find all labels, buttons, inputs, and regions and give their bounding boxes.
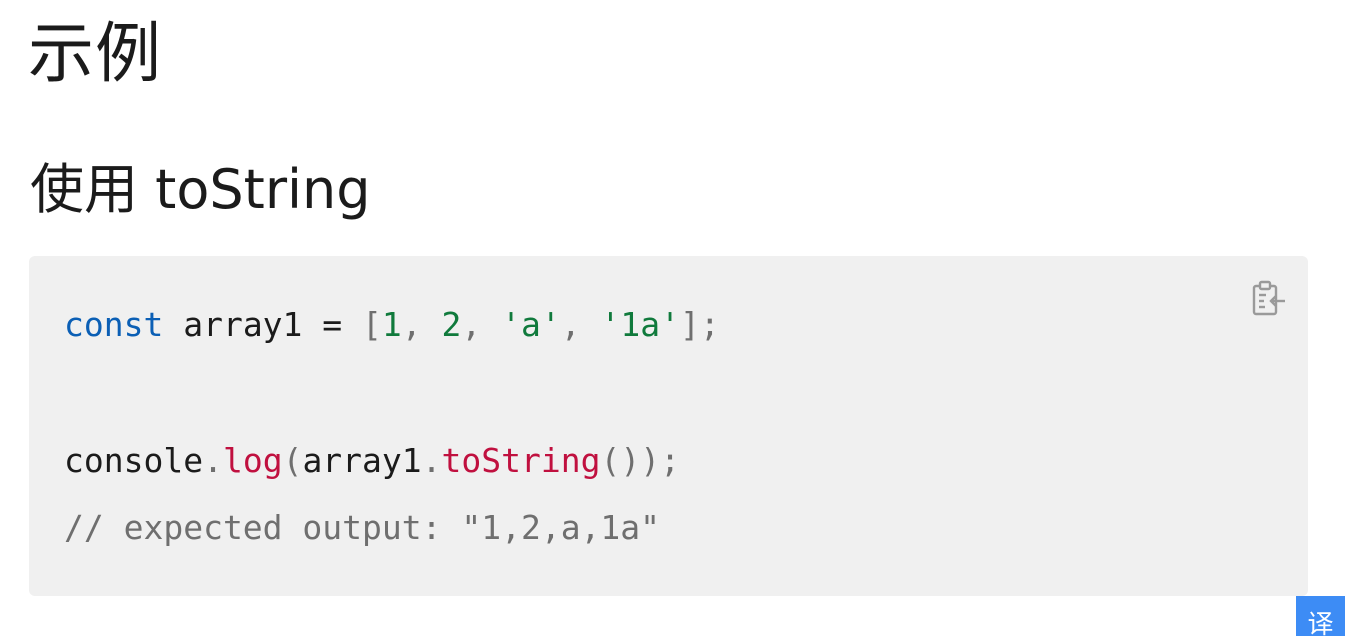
code-function: log [222, 441, 283, 480]
clipboard-copy-icon [1252, 280, 1285, 316]
code-variable: array1 = [163, 305, 363, 344]
page-title: 示例 [28, 15, 162, 92]
code-number: 2 [441, 305, 462, 344]
code-punctuation: ()); [600, 441, 680, 480]
code-keyword: const [64, 305, 164, 344]
code-punctuation: [ [362, 305, 382, 344]
code-line-3: // expected output: "1,2,a,1a" [64, 508, 660, 548]
copy-code-button[interactable] [1250, 280, 1288, 318]
code-punctuation: ]; [680, 305, 720, 344]
section-heading: 使用 toString [30, 158, 371, 221]
code-line-1: const array1 = [1, 2, 'a', '1a']; [64, 305, 720, 345]
code-number: 1 [381, 305, 402, 344]
translate-button[interactable]: 译 [1296, 596, 1345, 636]
code-string: '1a' [600, 305, 680, 344]
code-punctuation: . [203, 441, 223, 480]
code-punctuation: , [560, 305, 601, 344]
code-string: 'a' [501, 305, 561, 344]
code-function: toString [441, 441, 601, 480]
code-line-2: console.log(array1.toString()); [64, 441, 680, 481]
code-punctuation: ( [282, 441, 303, 480]
code-punctuation: , [461, 305, 502, 344]
code-object: console [64, 441, 204, 480]
code-object: array1 [302, 441, 422, 480]
code-comment: // expected output: "1,2,a,1a" [64, 508, 661, 547]
code-punctuation: . [421, 441, 442, 480]
code-punctuation: , [401, 305, 442, 344]
code-block: const array1 = [1, 2, 'a', '1a']; consol… [29, 256, 1308, 596]
